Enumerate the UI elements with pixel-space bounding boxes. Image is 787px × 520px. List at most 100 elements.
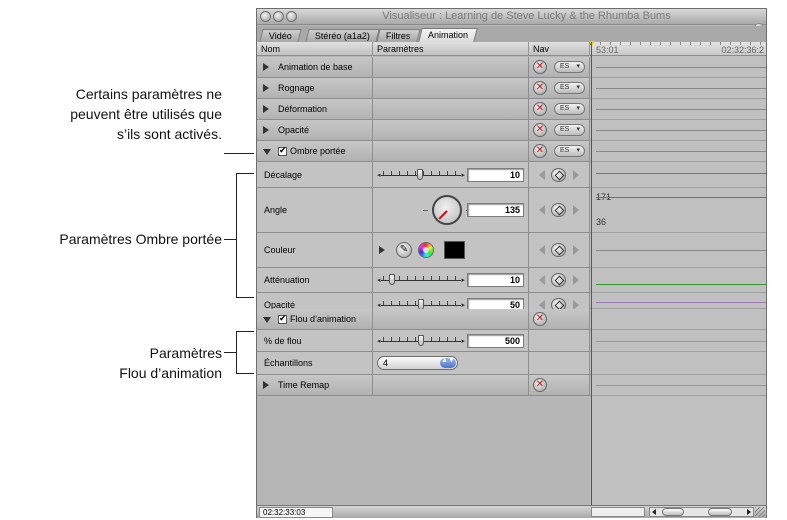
prev-keyframe-icon[interactable] <box>539 275 545 285</box>
reset-x-icon[interactable]: ✕ <box>533 144 547 158</box>
angle-field[interactable]: 135 <box>467 203 524 217</box>
timeline-scrollbar[interactable] <box>649 507 754 517</box>
samples-value: 4 <box>383 358 389 368</box>
scroll-right-icon[interactable] <box>747 509 751 515</box>
timeline-row <box>590 330 766 352</box>
playhead[interactable] <box>591 42 592 506</box>
current-timecode[interactable]: 02:32:33:03 <box>259 507 333 518</box>
slider-thumb[interactable] <box>418 334 424 346</box>
eyedropper-icon[interactable]: ✎ <box>396 242 412 258</box>
prev-keyframe-icon[interactable] <box>539 299 545 310</box>
column-params[interactable]: Paramètres <box>373 42 529 56</box>
add-keyframe-icon[interactable] <box>551 243 566 257</box>
keyframe-menu-button[interactable]: ES ▾ <box>554 61 585 73</box>
slider-thumb[interactable] <box>416 168 423 180</box>
group-row-distort[interactable]: Déformation ✕ ES ▾ <box>257 99 590 120</box>
timeline-ruler[interactable]: 53:01 02:32:36:2 <box>590 42 766 56</box>
reset-x-icon[interactable]: ✕ <box>533 378 547 392</box>
softness-slider[interactable]: ◂ ▸ <box>377 274 465 286</box>
timeline-row-color <box>590 233 766 268</box>
disclosure-triangle-icon[interactable] <box>263 63 269 71</box>
disclosure-triangle-icon[interactable] <box>263 381 269 389</box>
reset-x-icon[interactable]: ✕ <box>533 60 547 74</box>
blur-amount-field[interactable]: 500 <box>467 333 524 348</box>
timeline-row <box>590 57 766 78</box>
offset-field[interactable]: 10 <box>467 167 524 182</box>
minimize-window-button[interactable] <box>273 11 284 22</box>
group-row-opacity[interactable]: Opacité ✕ ES ▾ <box>257 120 590 141</box>
add-keyframe-icon[interactable] <box>551 167 566 182</box>
timeline-zoom-control[interactable] <box>591 507 645 517</box>
tab-animation[interactable]: Animation <box>418 28 478 42</box>
group-row-basic-motion[interactable]: Animation de base ✕ ES ▾ <box>257 57 590 78</box>
reset-x-icon[interactable]: ✕ <box>533 102 547 116</box>
prev-keyframe-icon[interactable] <box>539 205 545 215</box>
next-keyframe-icon[interactable] <box>573 275 579 285</box>
group-row-time-remap[interactable]: Time Remap ✕ <box>257 375 590 396</box>
tab-stereo[interactable]: Stéréo (a1a2) <box>305 29 380 42</box>
next-keyframe-icon[interactable] <box>573 299 579 310</box>
add-keyframe-icon[interactable] <box>551 203 566 217</box>
samples-popup[interactable]: 4 ▲▼ <box>377 356 458 370</box>
group-row-motion-blur[interactable]: Flou d’animation ✕ <box>257 309 590 330</box>
prev-keyframe-icon[interactable] <box>539 169 545 180</box>
title-bar[interactable]: Visualiseur : Learning de Steve Lucky & … <box>257 9 766 25</box>
motion-blur-checkbox[interactable] <box>278 313 287 324</box>
reset-x-icon[interactable]: ✕ <box>533 81 547 95</box>
column-name[interactable]: Nom <box>257 42 373 56</box>
group-label: Déformation <box>278 104 328 114</box>
blur-amount-slider[interactable]: ◂ ▸ <box>377 334 465 347</box>
callout-motion-blur-bracket-bottom <box>236 373 254 374</box>
column-nav[interactable]: Nav <box>529 42 590 56</box>
drop-shadow-checkbox[interactable] <box>278 145 287 156</box>
keyframe-menu-button[interactable]: ES ▾ <box>554 103 585 115</box>
scroll-thumb-left[interactable] <box>662 508 684 516</box>
color-picker-icon[interactable] <box>418 242 434 258</box>
keyframe-menu-button[interactable]: ES ▾ <box>554 82 585 94</box>
disclosure-triangle-icon[interactable] <box>263 105 269 113</box>
angle-dial[interactable] <box>432 195 462 225</box>
next-keyframe-icon[interactable] <box>573 205 579 215</box>
keyframe-nav[interactable] <box>539 243 579 257</box>
tab-filters[interactable]: Filtres <box>376 29 421 42</box>
reset-x-icon[interactable]: ✕ <box>533 312 547 326</box>
timeline-row <box>590 120 766 141</box>
disclosure-triangle-open-icon[interactable] <box>263 317 271 323</box>
timeline-row <box>590 375 766 396</box>
callout-activated: Certains paramètres ne peuvent être util… <box>0 84 222 144</box>
slider-thumb[interactable] <box>418 298 424 310</box>
keyframe-menu-button[interactable]: ES ▾ <box>554 145 585 157</box>
timeline-row-softness <box>590 268 766 293</box>
playhead-handle[interactable] <box>589 41 595 46</box>
reset-x-icon[interactable]: ✕ <box>533 123 547 137</box>
prev-keyframe-icon[interactable] <box>539 245 545 255</box>
keyframe-menu-button[interactable]: ES ▾ <box>554 124 585 136</box>
color-disclosure-icon[interactable] <box>379 246 385 254</box>
disclosure-triangle-icon[interactable] <box>263 84 269 92</box>
keyframe-nav[interactable] <box>539 203 579 217</box>
param-label: Atténuation <box>264 275 310 285</box>
tab-video[interactable]: Vidéo <box>259 29 302 42</box>
scroll-left-icon[interactable] <box>652 509 656 515</box>
next-keyframe-icon[interactable] <box>573 245 579 255</box>
group-label: Animation de base <box>278 62 353 72</box>
slider-thumb[interactable] <box>389 274 396 285</box>
softness-field[interactable]: 10 <box>467 273 524 287</box>
timeline-row-offset <box>590 162 766 188</box>
disclosure-triangle-open-icon[interactable] <box>263 149 271 155</box>
callout-activated-leader <box>224 153 254 154</box>
next-keyframe-icon[interactable] <box>573 169 579 180</box>
add-keyframe-icon[interactable] <box>551 273 566 287</box>
zoom-window-button[interactable] <box>286 11 297 22</box>
disclosure-triangle-icon[interactable] <box>263 126 269 134</box>
offset-slider[interactable]: ◂ ▸ <box>377 168 465 181</box>
close-window-button[interactable] <box>260 11 271 22</box>
keyframe-nav[interactable] <box>539 273 579 287</box>
color-swatch[interactable] <box>444 241 465 259</box>
scroll-thumb-right[interactable] <box>708 508 732 516</box>
keyframe-nav[interactable] <box>539 167 579 182</box>
group-row-crop[interactable]: Rognage ✕ ES ▾ <box>257 78 590 99</box>
resize-grip-icon[interactable] <box>755 507 765 517</box>
group-row-drop-shadow[interactable]: Ombre portée ✕ ES▾ <box>257 141 590 162</box>
timeline-row <box>590 141 766 162</box>
